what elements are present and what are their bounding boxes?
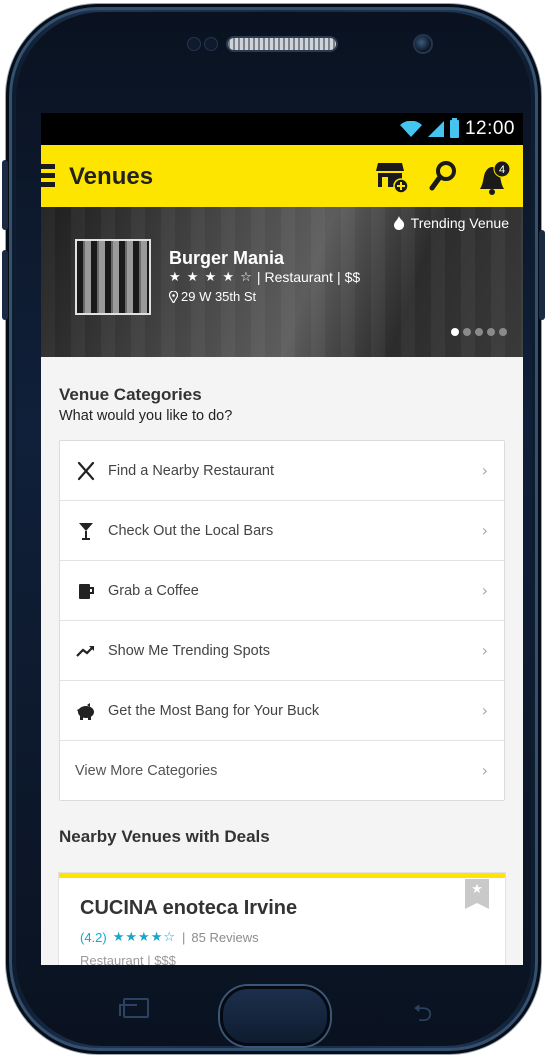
deal-rating: (4.2) ★★★★☆ | 85 Reviews <box>80 930 259 945</box>
category-item-restaurant[interactable]: Find a Nearby Restaurant › <box>60 441 504 501</box>
notification-count: 4 <box>499 164 505 176</box>
wifi-icon <box>399 121 422 137</box>
trending-venue-banner[interactable]: Trending Venue Burger Mania ★ ★ ★ ★ ☆ | … <box>41 207 523 357</box>
category-label: Grab a Coffee <box>108 582 199 599</box>
notifications-bell-icon[interactable]: 4 <box>477 161 511 195</box>
light-sensor <box>205 38 217 50</box>
app-bar: Venues 4 <box>41 145 523 207</box>
chevron-right-icon: › <box>481 641 488 660</box>
chevron-right-icon: › <box>481 701 488 720</box>
meta-separator: | <box>336 269 341 285</box>
star-rating: ★★★★☆ <box>112 930 177 945</box>
trending-icon <box>76 641 96 661</box>
volume-up-key <box>2 160 8 230</box>
bookmark-icon[interactable]: ★ <box>465 879 489 909</box>
main-content: Venue Categories What would you like to … <box>41 357 523 965</box>
venue-price: $$ <box>344 269 361 285</box>
trending-label: Trending Venue <box>410 215 509 231</box>
signal-icon <box>427 121 444 137</box>
chevron-right-icon: › <box>481 461 488 480</box>
home-button[interactable] <box>220 986 330 1046</box>
carousel-dot[interactable] <box>499 328 507 336</box>
chevron-right-icon: › <box>481 761 488 780</box>
category-item-coffee[interactable]: Grab a Coffee › <box>60 561 504 621</box>
star-rating: ★ ★ ★ ★ ☆ <box>169 269 253 285</box>
review-count: 85 Reviews <box>191 930 259 945</box>
screen: 12:00 Venues 4 Trending Venue Burger Man… <box>41 113 523 965</box>
category-label: Show Me Trending Spots <box>108 642 271 659</box>
deals-title: Nearby Venues with Deals <box>59 827 270 846</box>
rating-score: (4.2) <box>80 930 107 945</box>
category-item-bars[interactable]: Check Out the Local Bars › <box>60 501 504 561</box>
location-pin-icon <box>169 290 178 303</box>
carousel-dot[interactable] <box>451 328 459 336</box>
category-label: Check Out the Local Bars <box>108 522 274 539</box>
carousel-dot[interactable] <box>475 328 483 336</box>
category-item-value[interactable]: Get the Most Bang for Your Buck › <box>60 681 504 741</box>
view-more-label: View More Categories <box>75 762 218 779</box>
earpiece-speaker <box>228 38 336 50</box>
chevron-right-icon: › <box>481 521 488 540</box>
carousel-dots[interactable] <box>451 328 507 336</box>
meta-separator: | <box>182 930 186 945</box>
coffee-icon <box>76 581 96 601</box>
categories-title: Venue Categories <box>59 385 202 404</box>
volume-down-key <box>2 250 8 320</box>
back-key[interactable]: ⮌ <box>413 996 432 1037</box>
venue-name: Burger Mania <box>169 248 285 268</box>
meta-separator: | <box>256 269 261 285</box>
venue-category: Restaurant <box>264 269 333 285</box>
carousel-dot[interactable] <box>463 328 471 336</box>
add-venue-icon[interactable] <box>376 161 408 193</box>
clock: 12:00 <box>464 118 515 139</box>
carousel-dot[interactable] <box>487 328 495 336</box>
category-list: Find a Nearby Restaurant › Check Out the… <box>59 440 505 801</box>
trending-tag: Trending Venue <box>393 215 509 231</box>
deal-meta: Restaurant | $$$ <box>80 953 176 965</box>
proximity-sensor <box>188 38 200 50</box>
status-bar: 12:00 <box>41 113 523 145</box>
category-label: Get the Most Bang for Your Buck <box>108 702 320 719</box>
deal-card[interactable]: ★ CUCINA enoteca Irvine (4.2) ★★★★☆ | 85… <box>59 873 505 965</box>
category-item-trending[interactable]: Show Me Trending Spots › <box>60 621 504 681</box>
chevron-right-icon: › <box>481 581 488 600</box>
battery-icon <box>449 118 459 138</box>
utensils-icon <box>76 461 96 481</box>
deal-venue-name: CUCINA enoteca Irvine <box>80 897 298 919</box>
venue-address: 29 W 35th St <box>169 289 256 304</box>
address-text: 29 W 35th St <box>181 289 257 304</box>
recent-apps-key[interactable] <box>119 998 149 1018</box>
flame-icon <box>393 216 404 230</box>
venue-thumbnail <box>75 239 151 315</box>
front-camera <box>415 36 431 52</box>
search-icon[interactable] <box>429 161 457 191</box>
menu-icon[interactable] <box>41 164 55 188</box>
venue-meta: ★ ★ ★ ★ ☆ | Restaurant | $$ <box>169 269 360 285</box>
category-label: Find a Nearby Restaurant <box>108 462 275 479</box>
cocktail-icon <box>76 521 96 541</box>
piggy-bank-icon <box>76 701 96 721</box>
power-key <box>539 230 545 320</box>
categories-subtitle: What would you like to do? <box>59 408 233 424</box>
view-more-categories[interactable]: View More Categories › <box>60 741 504 800</box>
page-title: Venues <box>69 163 154 190</box>
